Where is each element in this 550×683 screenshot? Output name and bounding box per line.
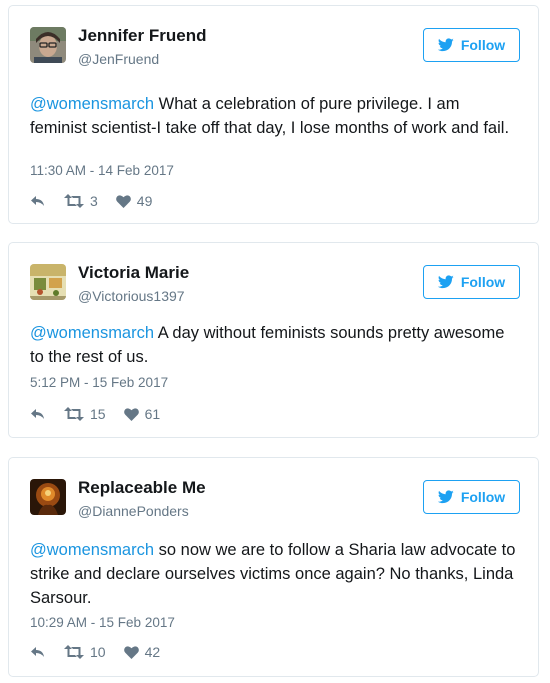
tweet-text: @womensmarch A day without feminists sou…: [30, 321, 516, 369]
avatar[interactable]: [30, 479, 66, 515]
follow-button[interactable]: Follow: [423, 265, 520, 299]
user-handle[interactable]: @DiannePonders: [78, 503, 189, 519]
retweet-button[interactable]: 10: [64, 644, 106, 660]
reply-icon: [30, 645, 46, 659]
like-count: 49: [136, 193, 153, 209]
reply-button[interactable]: [30, 645, 46, 659]
retweet-button[interactable]: 15: [64, 406, 106, 422]
heart-icon: [115, 194, 131, 208]
timestamp[interactable]: 10:29 AM - 15 Feb 2017: [30, 615, 175, 630]
follow-label: Follow: [460, 274, 506, 290]
reply-icon: [30, 407, 46, 421]
tweet-actions: 3 49: [30, 193, 170, 209]
twitter-bird-icon: [437, 275, 454, 289]
like-count: 61: [144, 406, 161, 422]
reply-button[interactable]: [30, 407, 46, 421]
tweet-card: Replaceable Me @DiannePonders Follow @wo…: [8, 457, 539, 677]
twitter-bird-icon: [437, 38, 454, 52]
tweet-card: Jennifer Fruend @JenFruend Follow @women…: [8, 5, 539, 224]
display-name[interactable]: Replaceable Me: [78, 478, 206, 498]
user-handle[interactable]: @Victorious1397: [78, 288, 185, 304]
retweet-count: 10: [90, 644, 106, 660]
display-name[interactable]: Victoria Marie: [78, 263, 189, 283]
heart-icon: [123, 407, 139, 421]
retweet-count: 3: [90, 193, 98, 209]
mention-link[interactable]: @womensmarch: [30, 541, 154, 559]
follow-button[interactable]: Follow: [423, 28, 520, 62]
tweet-actions: 15 61: [30, 406, 178, 422]
twitter-bird-icon: [437, 490, 454, 504]
heart-icon: [123, 645, 139, 659]
retweet-icon: [64, 645, 84, 659]
reply-icon: [30, 194, 46, 208]
avatar[interactable]: [30, 27, 66, 63]
mention-link[interactable]: @womensmarch: [30, 95, 154, 113]
tweet-text: @womensmarch What a celebration of pure …: [30, 92, 516, 140]
display-name[interactable]: Jennifer Fruend: [78, 26, 206, 46]
tweet-actions: 10 42: [30, 644, 178, 660]
user-handle[interactable]: @JenFruend: [78, 51, 159, 67]
like-button[interactable]: 61: [123, 406, 161, 422]
follow-button[interactable]: Follow: [423, 480, 520, 514]
like-count: 42: [144, 644, 161, 660]
retweet-icon: [64, 407, 84, 421]
timestamp[interactable]: 11:30 AM - 14 Feb 2017: [30, 163, 174, 178]
retweet-count: 15: [90, 406, 106, 422]
reply-button[interactable]: [30, 194, 46, 208]
like-button[interactable]: 42: [123, 644, 161, 660]
tweet-text: @womensmarch so now we are to follow a S…: [30, 538, 516, 610]
follow-label: Follow: [460, 37, 506, 53]
like-button[interactable]: 49: [115, 193, 153, 209]
timestamp[interactable]: 5:12 PM - 15 Feb 2017: [30, 375, 168, 390]
retweet-icon: [64, 194, 84, 208]
retweet-button[interactable]: 3: [64, 193, 98, 209]
follow-label: Follow: [460, 489, 506, 505]
mention-link[interactable]: @womensmarch: [30, 324, 154, 342]
avatar[interactable]: [30, 264, 66, 300]
tweet-card: Victoria Marie @Victorious1397 Follow @w…: [8, 242, 539, 438]
